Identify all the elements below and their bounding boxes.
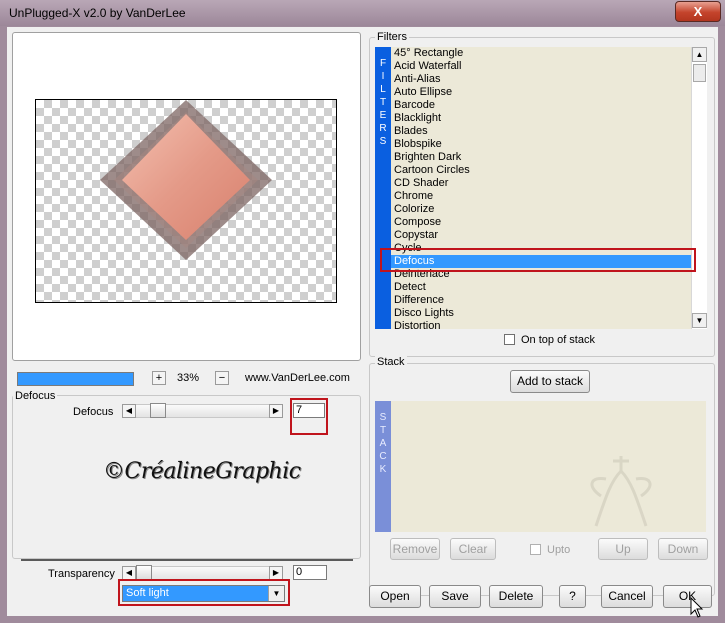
upto-label: Upto	[547, 544, 571, 556]
filter-item[interactable]: CD Shader	[391, 177, 691, 190]
filters-group-label: Filters	[375, 31, 409, 43]
client-area: + 33% − www.VanDerLee.com Defocus Defocu…	[7, 27, 718, 618]
slider-right-button[interactable]: ▶	[269, 404, 283, 418]
filter-item[interactable]: Distortion	[391, 320, 691, 329]
filter-item[interactable]: Copystar	[391, 229, 691, 242]
filter-item[interactable]: Acid Waterfall	[391, 60, 691, 73]
filter-item[interactable]: Barcode	[391, 99, 691, 112]
close-button[interactable]: X	[675, 1, 721, 22]
preview-image	[100, 100, 272, 260]
filter-item[interactable]: Difference	[391, 294, 691, 307]
filter-item[interactable]: Blacklight	[391, 112, 691, 125]
add-to-stack-button[interactable]: Add to stack	[510, 370, 590, 393]
on-top-checkbox[interactable]	[504, 334, 515, 345]
filters-scrollbar[interactable]: ▲ ▼	[691, 47, 707, 329]
preview-canvas[interactable]	[35, 99, 337, 303]
filter-item[interactable]: Detect	[391, 281, 691, 294]
stack-side-label: STACK	[375, 411, 391, 476]
window-title: UnPlugged-X v2.0 by VanDerLee	[9, 6, 186, 20]
cancel-button[interactable]: Cancel	[601, 585, 653, 608]
title-bar[interactable]: UnPlugged-X v2.0 by VanDerLee X	[0, 0, 725, 26]
remove-button[interactable]: Remove	[390, 538, 440, 560]
defocus-highlight	[380, 248, 696, 272]
scroll-up-button[interactable]: ▲	[692, 47, 707, 62]
open-button[interactable]: Open	[369, 585, 421, 608]
defocus-slider-label: Defocus	[73, 406, 114, 418]
filter-item[interactable]: Anti-Alias	[391, 73, 691, 86]
zoom-out-button[interactable]: −	[215, 371, 229, 385]
filter-item[interactable]: Chrome	[391, 190, 691, 203]
transparency-slider-track[interactable]	[136, 566, 269, 580]
side-letters: FILTERS	[379, 58, 387, 147]
transparency-slider-thumb[interactable]	[136, 565, 152, 580]
clear-button[interactable]: Clear	[450, 538, 496, 560]
up-button[interactable]: Up	[598, 538, 648, 560]
mouse-cursor-icon	[690, 597, 704, 618]
scroll-thumb[interactable]	[693, 64, 706, 82]
help-button[interactable]: ?	[559, 585, 586, 608]
defocus-value-highlight	[290, 398, 328, 435]
zoom-value: 33%	[177, 372, 200, 384]
on-top-label: On top of stack	[521, 334, 595, 346]
transparency-right-button[interactable]: ▶	[269, 566, 283, 580]
filters-side-label: FILTERS	[375, 57, 391, 148]
zoom-in-button[interactable]: +	[152, 371, 166, 385]
transparency-label: Transparency	[48, 568, 115, 580]
transparency-value-field[interactable]: 0	[293, 565, 327, 580]
scroll-down-button[interactable]: ▼	[692, 313, 707, 328]
filter-item[interactable]: Blades	[391, 125, 691, 138]
blend-mode-highlight	[118, 579, 290, 606]
stack-group-label: Stack	[375, 356, 407, 368]
filter-item[interactable]: 45° Rectangle	[391, 47, 691, 60]
separator-line	[21, 559, 353, 561]
filter-item[interactable]: Brighten Dark	[391, 151, 691, 164]
stack-list[interactable]	[391, 401, 706, 532]
delete-button[interactable]: Delete	[489, 585, 543, 608]
window: UnPlugged-X v2.0 by VanDerLee X + 33% − …	[0, 0, 725, 623]
watermark: ©CréalineGraphic	[103, 459, 301, 484]
side-letters: STACK	[379, 412, 387, 475]
param-group-label: Defocus	[13, 390, 58, 402]
filter-items: 45° Rectangle Acid Waterfall Anti-Alias Aut…	[391, 47, 691, 329]
stack-side-band: STACK	[375, 401, 391, 532]
transparency-left-button[interactable]: ◀	[122, 566, 136, 580]
upto-checkbox[interactable]	[530, 544, 541, 555]
progress-bar	[17, 372, 134, 386]
filter-item[interactable]: Compose	[391, 216, 691, 229]
slider-left-button[interactable]: ◀	[122, 404, 136, 418]
filter-item[interactable]: Auto Ellipse	[391, 86, 691, 99]
filters-list[interactable]: 45° Rectangle Acid Waterfall Anti-Alias Aut…	[391, 47, 691, 329]
filter-item[interactable]: Colorize	[391, 203, 691, 216]
filter-item[interactable]: Disco Lights	[391, 307, 691, 320]
preview-panel	[12, 32, 361, 361]
filters-side-band: FILTERS	[375, 47, 391, 329]
website-link[interactable]: www.VanDerLee.com	[245, 372, 350, 384]
ok-button[interactable]: OK	[663, 585, 712, 608]
stack-watermark-graphic	[590, 456, 652, 527]
filter-item[interactable]: Cartoon Circles	[391, 164, 691, 177]
defocus-slider-thumb[interactable]	[150, 403, 167, 418]
filter-item[interactable]: Blobspike	[391, 138, 691, 151]
down-button[interactable]: Down	[658, 538, 708, 560]
save-button[interactable]: Save	[429, 585, 481, 608]
